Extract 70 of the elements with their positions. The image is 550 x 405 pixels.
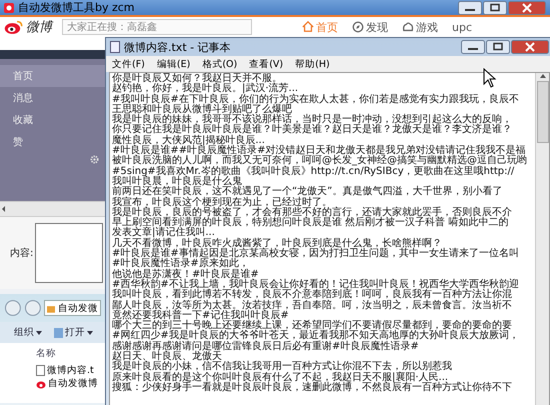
window-title: 自动发微博工具by zcm <box>18 0 135 15</box>
text-line: 搜狐：少侠好身手一看就是叶良辰叶良辰，速删此微博，不然良辰有一百种方式让你待不下 <box>112 382 512 394</box>
text-line: 魔性良辰，大侠风范|揭秘叶良辰... <box>112 136 265 146</box>
weibo-logo: 微博 <box>26 19 52 36</box>
app-icon <box>4 2 14 12</box>
toolbar-button[interactable]: 组织 <box>14 326 42 339</box>
text-line: 我叫叶良晨，叶良辰是什么鬼 <box>112 176 242 187</box>
maximize-icon[interactable] <box>483 0 507 14</box>
menu-item[interactable]: 编辑(E) <box>156 58 190 70</box>
scroll-bar[interactable] <box>0 201 105 217</box>
text-line: 我宣布，叶良辰这个梗到现在为止，已经过时了。 <box>112 198 332 208</box>
folder-icon <box>46 304 55 312</box>
sidebar-item[interactable]: 消息 <box>0 87 105 109</box>
minimize-icon[interactable] <box>458 0 482 14</box>
content-label: 内容: <box>10 246 34 260</box>
nav-icon <box>302 21 314 33</box>
text-line: 竟然还要我科普一下#记住我叫叶良辰# <box>112 310 289 321</box>
address-field[interactable]: 自动发微 <box>44 300 101 316</box>
forward-icon[interactable] <box>24 300 42 316</box>
settings-icon[interactable] <box>90 155 99 164</box>
text-line: 王思聪和叶良辰从微博斗到贴吧了么爆吧 <box>112 104 292 115</box>
text-line: 鄙人叶良辰，汝等所为太甚。汝若技痒，吾自奉陪。呵，汝当明之，辰未曾食言。汝当祈不 <box>112 300 512 311</box>
menu-item[interactable]: 帮助(H) <box>295 58 330 70</box>
menu-item[interactable]: 格式(O) <box>202 58 238 70</box>
text-line: 感谢感谢再感谢请问是哪位雷锋良辰日后必有重谢#叶良辰魔性语录# <box>112 342 419 352</box>
scroll-thumb[interactable] <box>536 81 548 143</box>
document-icon <box>54 328 63 338</box>
text-line: 原来叶良辰看的是这个你叫叶良辰有什么了不起，我赵日天不服|襄阳·人民... <box>112 372 448 383</box>
user-link[interactable]: upc <box>452 20 472 34</box>
scroll-bar[interactable] <box>535 73 549 405</box>
caret-icon <box>36 330 42 334</box>
text-file-icon <box>36 365 45 376</box>
file-item[interactable]: 自动发微博 <box>36 377 105 390</box>
scroll-left-icon[interactable] <box>0 205 8 213</box>
eye-logo-icon <box>36 378 46 388</box>
text-line: #网红四少#我是叶良辰的大爷爷叶苍天，最近看我那不知天高地厚的大孙叶良辰大放厥词， <box>112 331 519 342</box>
maximize-icon[interactable] <box>486 40 510 54</box>
nav-link[interactable]: 发现 <box>352 20 388 34</box>
file-item[interactable]: 微博内容.t <box>36 364 105 377</box>
text-line: 发表文章|请记住我叫... <box>112 228 215 238</box>
nav-icon <box>352 21 364 33</box>
text-line: #我叫叶良辰#在下叶良辰，你们的行为实在欺人太甚，你们若是感觉有实力跟我玩，良辰不 <box>112 94 519 105</box>
text-line: 被叶良辰洗脑的人儿啊，而我又无可奈何，呵呵@长发_女神经@搞笑与幽默精选@逗自己玩哟 <box>112 156 527 166</box>
text-line: 我是叶良辰的小妹，信不信我让我哥用一百种方式让你混不下去，所以别惹我 <box>112 362 452 372</box>
text-line: 我叫叶良辰，看到此博若不转发，良辰不介意奉陪到底！呵呵，良辰我有一百种方法让你混 <box>112 290 512 300</box>
text-line: 几天不看微博，叶良辰咋火成酱紫了，叶良辰到底是什么鬼，长啥熊样啊？ <box>112 238 442 249</box>
toolbar-button[interactable]: 打开 <box>54 326 93 339</box>
text-line: 我是叶良辰，良辰的号被盗了，才会有那些不好的言行，还请大家就此罢手，否则良辰不介 <box>112 208 512 218</box>
caret-icon <box>87 330 93 334</box>
nav-icon <box>402 21 414 33</box>
text-line: #5sing#我喜欢Mr.岑的歌曲《我叫叶良辰》http://t.cn/RySIBcy，更歌曲在这里哦http:// <box>112 166 514 177</box>
nav-link[interactable]: 游戏 <box>402 20 438 34</box>
sidebar-item[interactable]: 赞 <box>0 131 105 153</box>
text-line: #西华秋韵#不让我上墙，我叶良辰会让你好看的！记住我叫叶良辰！祝西华大学西华秋韵迎 <box>112 280 519 290</box>
text-line: 前两日还在笑叶良辰，这不就遇见了一个“龙傲天”。真是傲气四溢，大千世界，别小看了 <box>112 187 502 198</box>
close-icon[interactable] <box>511 40 549 54</box>
notepad-icon <box>110 41 120 53</box>
text-line: 赵钓艳，你好，我是叶良辰。|武汉·流芳... <box>112 84 298 94</box>
menu-item[interactable]: 文件(F) <box>112 58 145 70</box>
text-line: #叶良辰魔性语录#原来如此， <box>112 259 249 270</box>
text-line: 你只要记住我是叶良辰叶良辰是谁？叶美景是谁？赵日天是谁？龙傲天是谁？李文济是谁？ <box>112 125 512 136</box>
column-header[interactable]: 名称 <box>36 343 105 364</box>
sidebar-item[interactable]: 收藏 <box>0 109 105 131</box>
menu-item[interactable]: 查看(V) <box>249 58 284 70</box>
text-line: 他说他是苏潇夜！#叶良辰是谁# <box>112 270 259 280</box>
window-title: 微博内容.txt - 记事本 <box>124 40 231 54</box>
close-icon[interactable] <box>508 0 546 14</box>
content-field[interactable] <box>35 223 104 283</box>
minimize-icon[interactable] <box>461 40 485 54</box>
back-icon[interactable] <box>4 300 22 316</box>
